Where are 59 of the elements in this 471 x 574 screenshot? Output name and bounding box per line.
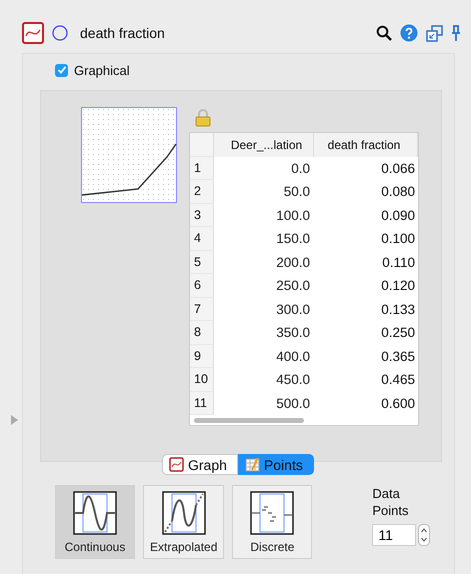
discrete-mode-button[interactable]: Discrete [232,485,312,559]
scrollbar-thumb[interactable] [194,418,304,422]
table-cell[interactable]: 0.080 [314,180,418,204]
graph-icon [169,457,184,472]
row-number: 2 [190,180,214,204]
graph-icon[interactable] [22,22,44,44]
table-cell[interactable]: 0.100 [314,227,418,250]
points-tab[interactable]: Points [238,454,314,475]
graph-tab[interactable]: Graph [162,454,238,475]
row-number: 8 [190,321,214,344]
table-cell[interactable]: 500.0 [214,392,314,415]
data-points-label: Data Points [372,485,410,519]
help-icon[interactable] [400,24,418,42]
table-cell[interactable]: 300.0 [214,298,314,321]
wave-icon [73,491,117,535]
row-number: 4 [190,227,214,250]
row-number: 5 [190,250,214,274]
table-cell[interactable]: 200.0 [214,250,314,274]
table-cell[interactable]: 450.0 [214,368,314,392]
extrapolated-mode-button[interactable]: Extrapolated [143,485,224,559]
row-number: 7 [190,298,214,321]
table-cell[interactable]: 400.0 [214,344,314,368]
steps-icon [250,491,294,535]
lock-icon[interactable] [195,109,211,127]
table-cell[interactable]: 50.0 [214,180,314,204]
graph-thumbnail-drawing[interactable] [81,107,177,203]
data-points-field[interactable]: 11 [372,524,416,546]
continuous-mode-button[interactable]: Continuous [55,485,135,559]
graphical-checkbox[interactable] [55,64,68,76]
pin-icon[interactable] [451,24,461,42]
variable-name: death fraction [80,25,165,41]
row-number: 1 [190,156,214,180]
table-cell[interactable]: 0.090 [314,204,418,227]
table-cell[interactable]: 0.250 [314,321,418,344]
table-cell[interactable]: 0.0 [214,156,314,180]
table-cell[interactable]: 0.365 [314,344,418,368]
table-cell[interactable]: 350.0 [214,321,314,344]
circle-icon [52,25,68,41]
row-number: 10 [190,368,214,392]
table-cell[interactable]: 100.0 [214,204,314,227]
row-number: 9 [190,344,214,368]
table-cell[interactable]: 0.465 [314,368,418,392]
checkbox-label: Graphical [74,62,130,78]
stepper-icon[interactable] [418,524,430,546]
search-icon[interactable] [376,25,392,41]
table-cell[interactable]: 0.120 [314,274,418,298]
row-number: 11 [190,392,214,415]
table-cell[interactable]: 0.133 [314,298,418,321]
row-number: 3 [190,204,214,227]
table-cell[interactable]: 150.0 [214,227,314,250]
table-cell[interactable]: 250.0 [214,274,314,298]
expand-arrow-icon[interactable] [11,415,18,425]
table-cell[interactable]: 0.600 [314,392,418,415]
row-number: 6 [190,274,214,298]
dashed-curve-icon [162,491,206,535]
table-cell[interactable]: 0.110 [314,250,418,274]
windows-icon[interactable] [426,24,443,42]
table-pencil-icon [244,457,260,472]
table-cell[interactable]: 0.066 [314,156,418,180]
